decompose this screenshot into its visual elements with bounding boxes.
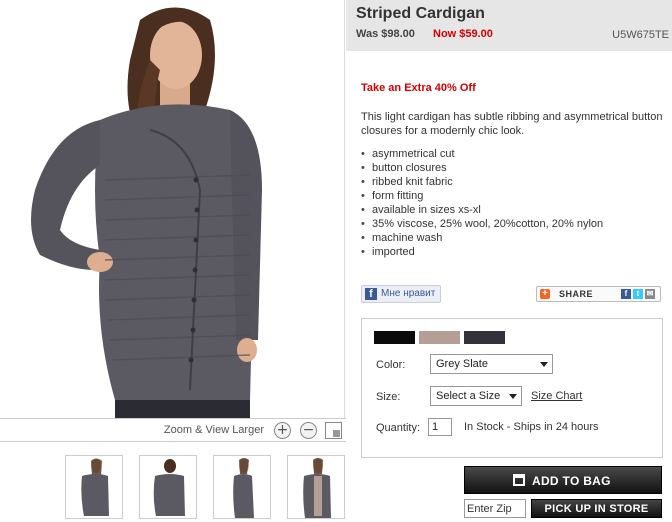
facebook-icon: f: [365, 288, 377, 300]
pick-up-in-store-button[interactable]: PICK UP IN STORE: [531, 499, 662, 518]
facebook-like-label: Мне нравит: [381, 288, 436, 299]
product-options: Color: Grey Slate Size: Select a Size Si…: [361, 318, 663, 458]
thumbnail-open[interactable]: [287, 455, 345, 519]
thumbnail-front[interactable]: [65, 455, 123, 519]
thumbnail-side[interactable]: [213, 455, 271, 519]
zoom-view-larger-link[interactable]: Zoom & View Larger: [164, 424, 264, 436]
email-icon[interactable]: ✉: [645, 289, 655, 299]
size-chart-link[interactable]: Size Chart: [531, 390, 582, 402]
size-label: Size:: [376, 391, 401, 403]
facebook-icon[interactable]: f: [621, 289, 631, 299]
product-main-image[interactable]: [0, 0, 345, 418]
product-description: This light cardigan has subtle ribbing a…: [361, 111, 663, 137]
twitter-icon[interactable]: t: [633, 289, 643, 299]
was-price: Was $98.00: [356, 28, 415, 40]
product-sku: U5W675TE: [612, 29, 669, 41]
color-label: Color:: [376, 359, 406, 371]
zoom-toolbar: Zoom & View Larger + −: [0, 418, 346, 442]
share-plus-icon: +: [540, 289, 550, 299]
list-item: ribbed knit fabric: [361, 175, 661, 189]
model-photo: [0, 0, 344, 418]
now-price: Now $59.00: [433, 28, 493, 40]
list-item: available in sizes xs-xl: [361, 203, 661, 217]
shopping-bag-icon: [513, 474, 525, 486]
swatch-taupe[interactable]: [419, 331, 460, 344]
stock-status: In Stock - Ships in 24 hours: [464, 421, 599, 433]
swatch-grey-slate[interactable]: [464, 331, 505, 344]
feature-list: asymmetrical cut button closures ribbed …: [361, 147, 661, 259]
add-to-bag-button[interactable]: ADD TO BAG: [464, 466, 662, 494]
promo-text: Take an Extra 40% Off: [361, 82, 476, 94]
expand-icon[interactable]: [325, 422, 342, 439]
zoom-in-icon[interactable]: +: [274, 422, 291, 439]
list-item: button closures: [361, 161, 661, 175]
size-select-value: Select a Size: [436, 390, 501, 402]
zip-input[interactable]: [464, 499, 526, 518]
color-select-value: Grey Slate: [436, 358, 488, 370]
chevron-down-icon: [540, 362, 548, 367]
add-to-bag-label: ADD TO BAG: [532, 474, 611, 488]
product-header: Striped Cardigan Was $98.00 Now $59.00 U…: [346, 0, 672, 51]
list-item: machine wash: [361, 231, 661, 245]
list-item: asymmetrical cut: [361, 147, 661, 161]
thumbnail-strip: [0, 455, 346, 522]
share-label: SHARE: [559, 289, 594, 299]
swatch-black[interactable]: [374, 331, 415, 344]
list-item: form fitting: [361, 189, 661, 203]
chevron-down-icon: [509, 394, 517, 399]
quantity-input[interactable]: [428, 418, 452, 436]
share-button[interactable]: + SHARE f t ✉: [536, 286, 661, 302]
size-select[interactable]: Select a Size: [430, 386, 522, 406]
thumbnail-back[interactable]: [139, 455, 197, 519]
list-item: imported: [361, 245, 661, 259]
quantity-label: Quantity:: [376, 422, 421, 434]
facebook-like-button[interactable]: f Мне нравит: [361, 285, 441, 303]
product-title: Striped Cardigan: [356, 5, 485, 22]
color-select[interactable]: Grey Slate: [430, 354, 553, 374]
list-item: 35% viscose, 25% wool, 20%cotton, 20% ny…: [361, 217, 661, 231]
zoom-out-icon[interactable]: −: [300, 422, 317, 439]
